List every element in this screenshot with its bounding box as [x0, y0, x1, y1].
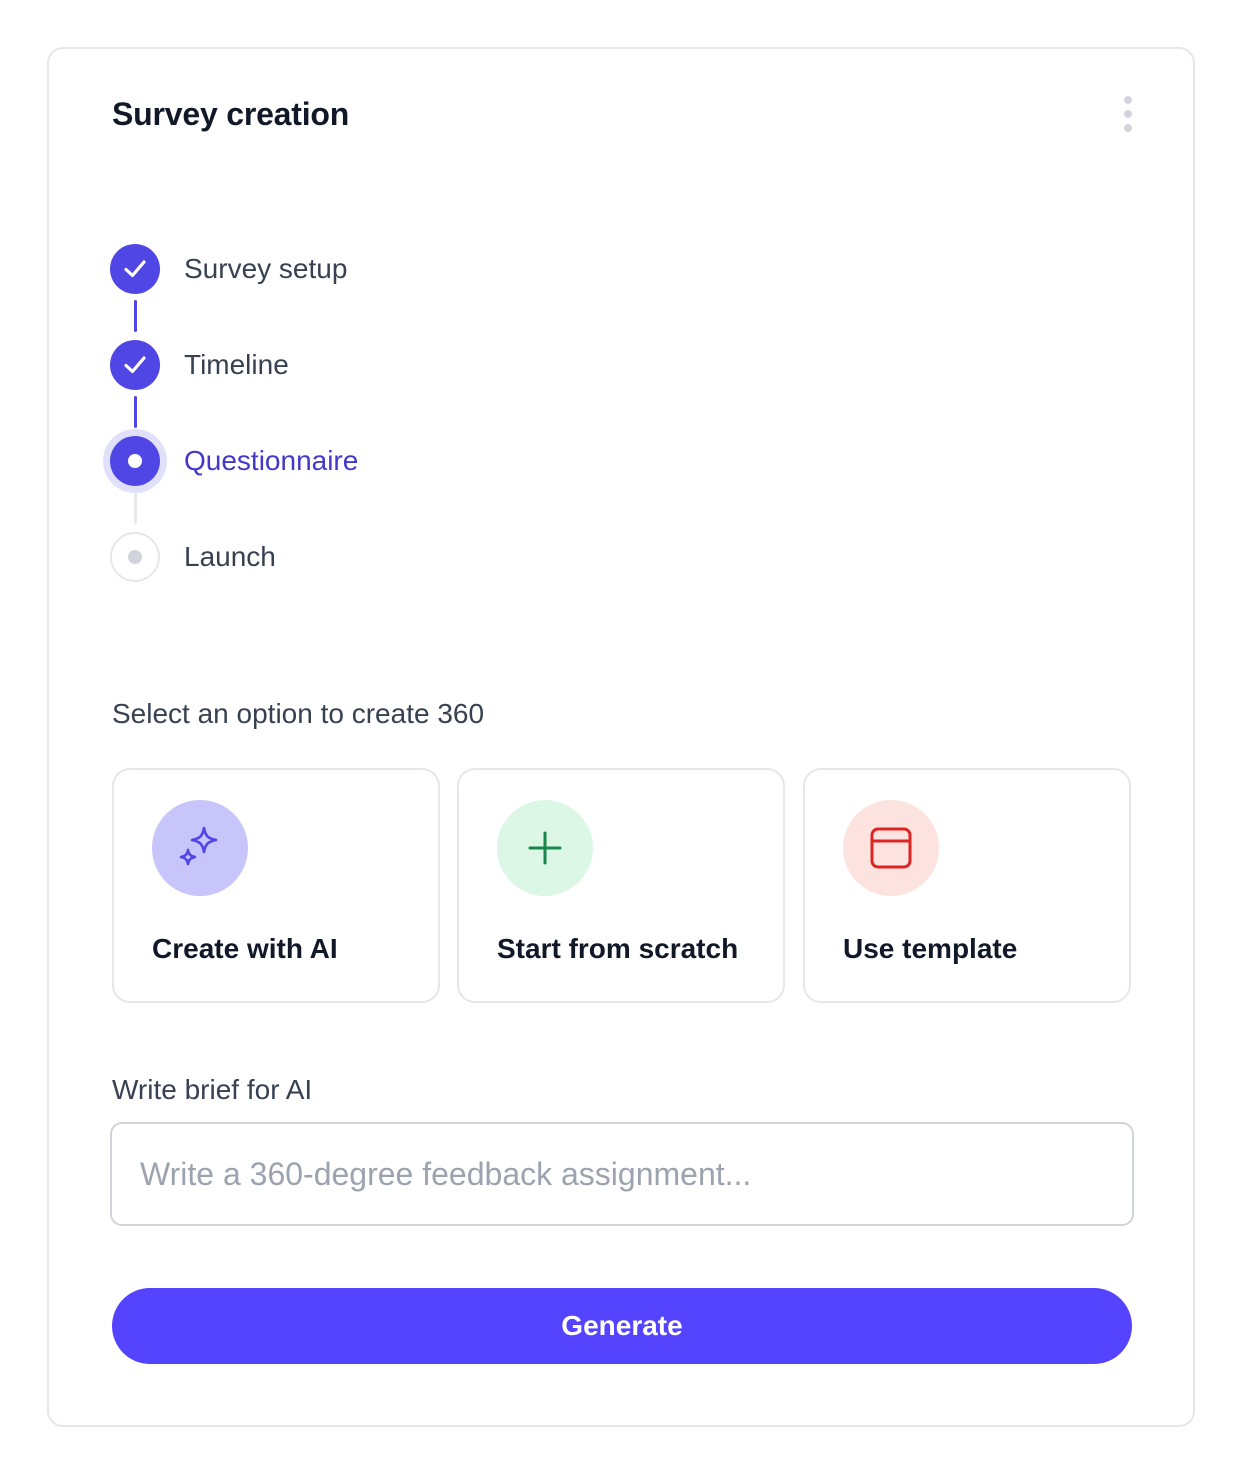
current-dot-icon — [110, 436, 160, 486]
check-icon — [110, 244, 160, 294]
step-connector — [134, 492, 137, 524]
option-label: Use template — [843, 933, 1018, 964]
step-questionnaire[interactable]: Questionnaire — [110, 436, 510, 488]
card-title: Survey creation — [112, 96, 350, 132]
brief-label: Write brief for AI — [112, 1074, 313, 1105]
step-connector — [134, 300, 137, 332]
options-section-label: Select an option to create 360 — [112, 698, 485, 729]
start-from-scratch-option[interactable]: Start from scratch — [457, 768, 785, 1003]
plus-icon — [497, 800, 593, 896]
step-label: Timeline — [184, 349, 289, 380]
option-label: Create with AI — [152, 933, 338, 964]
sparkles-icon — [152, 800, 248, 896]
step-label: Questionnaire — [184, 445, 359, 476]
step-timeline[interactable]: Timeline — [110, 340, 510, 392]
check-icon — [110, 340, 160, 390]
pending-dot-icon — [110, 532, 160, 582]
step-label: Launch — [184, 541, 276, 572]
generate-button[interactable]: Generate — [112, 1288, 1132, 1364]
step-survey-setup[interactable]: Survey setup — [110, 244, 510, 296]
step-connector — [134, 396, 137, 428]
use-template-option[interactable]: Use template — [803, 768, 1131, 1003]
step-label: Survey setup — [184, 253, 348, 284]
create-with-ai-option[interactable]: Create with AI — [112, 768, 440, 1003]
brief-input[interactable] — [110, 1122, 1134, 1226]
step-launch[interactable]: Launch — [110, 532, 510, 584]
more-vertical-icon[interactable] — [1112, 90, 1144, 138]
option-label: Start from scratch — [497, 933, 739, 964]
template-icon — [843, 800, 939, 896]
